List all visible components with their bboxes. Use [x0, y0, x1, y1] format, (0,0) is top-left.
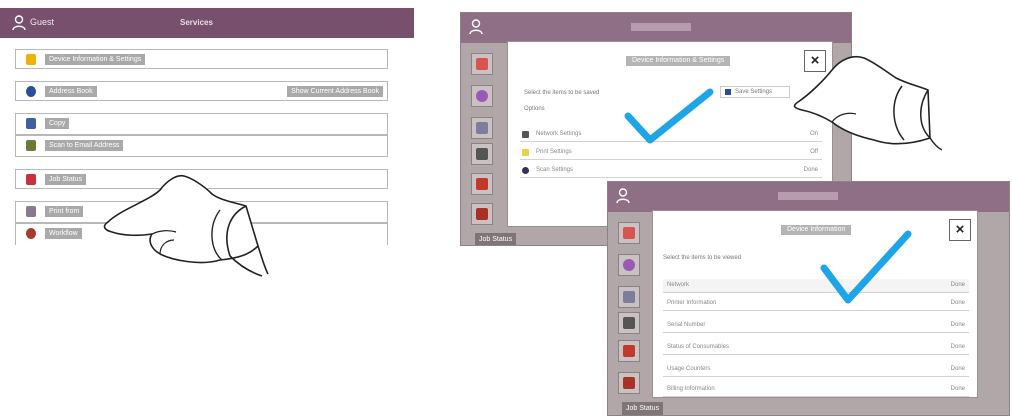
side-button[interactable] — [618, 222, 640, 244]
list-item-label: Device Information & Settings — [45, 54, 146, 65]
side-button[interactable] — [471, 143, 493, 165]
save-settings-button[interactable]: Save Settings — [720, 86, 790, 98]
folder-icon — [725, 89, 731, 95]
left-header: Guest Services — [0, 8, 414, 38]
checkmark-icon — [624, 88, 714, 144]
user-icon[interactable] — [469, 19, 483, 35]
save-settings-label: Save Settings — [735, 89, 773, 95]
side-button[interactable] — [618, 254, 640, 276]
user-icon[interactable] — [616, 188, 630, 204]
user-icon[interactable] — [12, 15, 26, 31]
screen-bottom-header — [608, 182, 1009, 212]
side-button[interactable] — [618, 286, 640, 308]
user-name[interactable]: Guest — [30, 17, 54, 27]
table-row[interactable]: Status of Consumables Done — [663, 341, 969, 355]
table-row[interactable]: Printer Information Done — [663, 297, 969, 311]
pointing-hand-icon — [793, 55, 942, 151]
list-item-address-book[interactable]: Address Book Show Current Address Book — [15, 81, 388, 101]
list-item-device-information[interactable]: Device Information & Settings — [15, 49, 388, 69]
row-value: Done — [950, 300, 965, 306]
print-from-icon — [26, 206, 36, 217]
modal-subheading: Select the items to be viewed — [663, 255, 742, 261]
row-label: Network — [667, 282, 690, 288]
table-row[interactable]: Print Settings Off — [520, 146, 822, 160]
list-item-label: Workflow — [45, 228, 82, 239]
row-icon — [522, 167, 529, 174]
device-information-icon — [26, 54, 36, 65]
modal-title: Device Information & Settings — [626, 56, 731, 66]
table-row[interactable]: Billing Information Done — [663, 383, 969, 397]
list-item-copy[interactable]: Copy — [15, 113, 388, 135]
bottom-status-bar[interactable]: Job Status — [475, 233, 517, 245]
row-label: Status of Consumables — [667, 344, 730, 350]
row-label: Scan Settings — [536, 167, 574, 173]
header-title: Services — [180, 18, 213, 27]
list-item-right-label: Show Current Address Book — [287, 86, 383, 97]
row-value: Done — [950, 386, 965, 392]
scan-icon — [26, 140, 36, 151]
row-value: Done — [950, 344, 965, 350]
row-value: Done — [950, 322, 965, 328]
side-button[interactable] — [471, 85, 493, 107]
row-label: Usage Counters — [667, 366, 711, 372]
list-item-label: Print from — [45, 206, 84, 217]
side-button[interactable] — [618, 312, 640, 334]
row-value: Done — [950, 282, 965, 288]
address-book-icon — [26, 86, 36, 97]
list-item-label: Scan to Email Address — [45, 140, 124, 151]
row-icon — [522, 131, 529, 138]
checkmark-icon — [820, 230, 912, 304]
job-status-icon — [26, 174, 36, 185]
table-row[interactable]: Scan Settings Done — [520, 164, 822, 178]
screen-bottom: Job Status Device Information × Select t… — [607, 181, 1010, 416]
info-modal: Device Information × Select the items to… — [652, 210, 978, 398]
list-item-label: Copy — [45, 118, 70, 129]
close-button[interactable]: × — [949, 219, 971, 241]
list-item-label: Job Status — [45, 174, 87, 185]
row-label: Billing Information — [667, 386, 715, 392]
header-title — [778, 192, 838, 200]
side-button[interactable] — [618, 372, 640, 394]
modal-subheading: Select the items to be saved — [524, 90, 600, 96]
table-row[interactable]: Usage Counters Done — [663, 363, 969, 377]
row-label: Print Settings — [536, 149, 572, 155]
row-value: Done — [950, 366, 965, 372]
copy-icon — [26, 118, 36, 129]
section-label: Options — [524, 106, 545, 112]
close-icon: × — [955, 221, 965, 238]
side-button[interactable] — [471, 173, 493, 195]
table-row[interactable]: Serial Number Done — [663, 319, 969, 333]
pointing-hand-icon — [103, 174, 269, 277]
row-icon — [522, 149, 529, 156]
row-label: Serial Number — [667, 322, 706, 328]
header-title — [631, 23, 691, 31]
side-button[interactable] — [471, 117, 493, 139]
row-label: Printer Information — [667, 300, 717, 306]
bottom-status-bar[interactable]: Job Status — [622, 402, 664, 415]
side-button[interactable] — [618, 340, 640, 362]
row-label: Network Settings — [536, 131, 582, 137]
list-item-scan-to-email[interactable]: Scan to Email Address — [15, 135, 388, 157]
side-button[interactable] — [471, 53, 493, 75]
workflow-icon — [26, 228, 36, 239]
table-row[interactable]: Network Done — [663, 279, 969, 293]
side-button[interactable] — [471, 203, 493, 225]
row-value: Done — [803, 167, 818, 173]
screen-top-header — [461, 13, 851, 43]
list-item-label: Address Book — [45, 86, 97, 97]
